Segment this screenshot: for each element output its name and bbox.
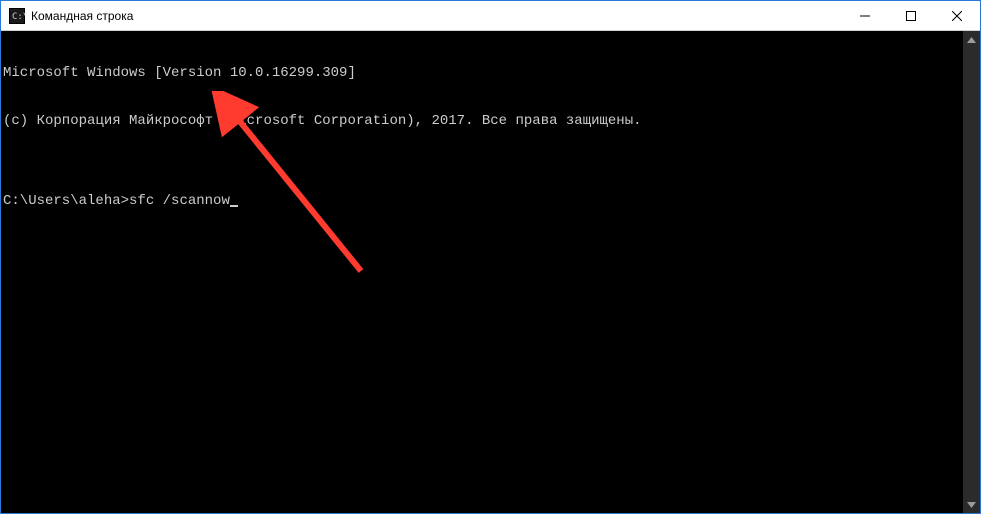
window-controls [842,1,980,30]
maximize-button[interactable] [888,1,934,30]
titlebar[interactable]: C:\ Командная строка [1,1,980,31]
svg-text:C:\: C:\ [12,12,25,22]
minimize-button[interactable] [842,1,888,30]
cmd-icon: C:\ [9,8,25,24]
cursor [230,205,238,207]
prompt-text: C:\Users\aleha> [3,193,129,209]
scroll-up-arrow-icon[interactable] [963,31,980,48]
version-line: Microsoft Windows [Version 10.0.16299.30… [3,65,963,81]
window-title: Командная строка [31,9,133,23]
scroll-down-arrow-icon[interactable] [963,496,980,513]
command-prompt-window: C:\ Командная строка Microsoft Windows [… [0,0,981,514]
prompt-line: C:\Users\aleha>sfc /scannow [3,193,963,209]
client-area: Microsoft Windows [Version 10.0.16299.30… [1,31,980,513]
copyright-line: (c) Корпорация Майкрософт (Microsoft Cor… [3,113,963,129]
command-text: sfc /scannow [129,193,230,209]
terminal-output[interactable]: Microsoft Windows [Version 10.0.16299.30… [1,31,963,513]
close-button[interactable] [934,1,980,30]
vertical-scrollbar[interactable] [963,31,980,513]
